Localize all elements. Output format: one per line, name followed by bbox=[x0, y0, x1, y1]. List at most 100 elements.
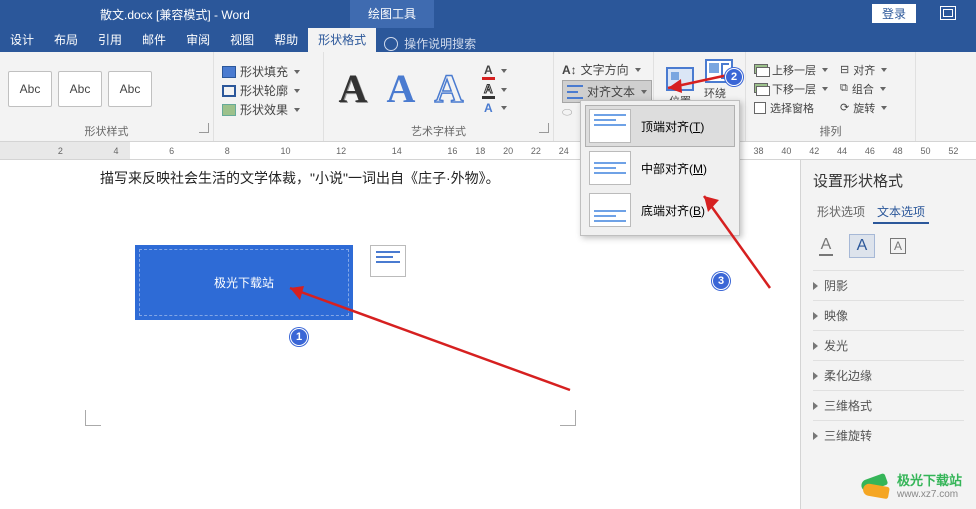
pane-tab-text-options[interactable]: 文本选项 bbox=[873, 201, 929, 224]
dialog-launcher-icon[interactable] bbox=[199, 123, 209, 133]
tell-me-search[interactable]: 操作说明搜索 bbox=[376, 35, 484, 52]
watermark-name: 极光下载站 bbox=[897, 474, 962, 488]
section-3d-format[interactable]: 三维格式 bbox=[813, 390, 964, 420]
align-icon: ⊟ bbox=[840, 63, 849, 76]
chevron-right-icon bbox=[813, 372, 818, 380]
effects-swatch-icon bbox=[222, 104, 236, 116]
tell-me-placeholder: 操作说明搜索 bbox=[404, 35, 476, 52]
wordart-preset-3[interactable]: A bbox=[428, 65, 470, 112]
pane-tab-shape-options[interactable]: 形状选项 bbox=[813, 201, 869, 224]
layout-options-button[interactable] bbox=[370, 245, 406, 277]
wordart-preset-2[interactable]: A bbox=[380, 65, 422, 112]
login-button[interactable]: 登录 bbox=[872, 4, 916, 23]
align-text-icon bbox=[567, 85, 583, 99]
contextual-tab-drawtools[interactable]: 绘图工具 bbox=[350, 0, 434, 28]
tab-review[interactable]: 审阅 bbox=[176, 27, 220, 52]
shape-style-preset-2[interactable]: Abc bbox=[58, 71, 102, 107]
pane-tabs: 形状选项 文本选项 bbox=[813, 201, 964, 224]
align-middle-icon bbox=[589, 151, 631, 185]
shape-outline-button[interactable]: 形状轮廓 bbox=[222, 82, 300, 99]
group-shape-fill-etc: 形状填充 形状轮廓 形状效果 bbox=[214, 52, 324, 141]
group-label-wordart: 艺术字样式 bbox=[332, 121, 545, 139]
wordart-preset-1[interactable]: A bbox=[332, 65, 374, 112]
chevron-right-icon bbox=[813, 342, 818, 350]
selection-pane-button[interactable]: 选择窗格 bbox=[754, 99, 828, 117]
annotation-badge-1: 1 bbox=[290, 328, 308, 346]
align-top-icon bbox=[589, 109, 631, 143]
section-glow[interactable]: 发光 bbox=[813, 330, 964, 360]
rotate-button[interactable]: ⟳旋转 bbox=[840, 99, 887, 117]
lightbulb-icon bbox=[384, 37, 398, 51]
horizontal-ruler[interactable]: 2468101214161820222426283032343638404244… bbox=[0, 142, 976, 160]
link-icon: ⬭ bbox=[562, 105, 572, 120]
chevron-right-icon bbox=[813, 312, 818, 320]
send-backward-icon bbox=[754, 83, 768, 95]
page-margin-mark bbox=[560, 410, 576, 426]
tab-mailings[interactable]: 邮件 bbox=[132, 27, 176, 52]
text-direction-button[interactable]: A↕文字方向 bbox=[562, 61, 652, 78]
tab-view[interactable]: 视图 bbox=[220, 27, 264, 52]
tab-design[interactable]: 设计 bbox=[0, 27, 44, 52]
section-shadow[interactable]: 阴影 bbox=[813, 270, 964, 300]
group-icon: ⧉ bbox=[840, 82, 848, 95]
annotation-badge-2: 2 bbox=[725, 68, 743, 86]
format-shape-pane: 设置形状格式 形状选项 文本选项 A A A 阴影 映像 发光 柔化边缘 三维格… bbox=[800, 160, 976, 509]
section-soft-edges[interactable]: 柔化边缘 bbox=[813, 360, 964, 390]
selection-pane-icon bbox=[754, 102, 766, 114]
align-top-item[interactable]: 顶端对齐(T) bbox=[585, 105, 735, 147]
restore-window-icon[interactable] bbox=[940, 6, 956, 20]
text-fill-mode-icon[interactable]: A bbox=[813, 234, 839, 258]
tab-references[interactable]: 引用 bbox=[88, 27, 132, 52]
annotation-badge-3: 3 bbox=[712, 272, 730, 290]
group-label-arrange: 排列 bbox=[754, 121, 907, 139]
document-paragraph[interactable]: 描写来反映社会生活的文学体裁，"小说"一词出自《庄子·外物》。 bbox=[100, 168, 500, 188]
dialog-launcher-icon[interactable] bbox=[539, 123, 549, 133]
section-3d-rotate[interactable]: 三维旋转 bbox=[813, 420, 964, 450]
shape-style-preset-1[interactable]: Abc bbox=[8, 71, 52, 107]
watermark-url: www.xz7.com bbox=[897, 489, 962, 500]
group-shape-styles: Abc Abc Abc 形状样式 bbox=[0, 52, 214, 141]
ribbon: Abc Abc Abc 形状样式 形状填充 形状轮廓 形状效果 A A A A … bbox=[0, 52, 976, 142]
align-button[interactable]: ⊟对齐 bbox=[840, 61, 887, 79]
align-bottom-icon bbox=[589, 193, 631, 227]
shape-effects-button[interactable]: 形状效果 bbox=[222, 101, 300, 118]
text-outline-button[interactable]: A bbox=[482, 82, 507, 99]
group-wordart-styles: A A A A A A 艺术字样式 bbox=[324, 52, 554, 141]
bring-forward-button[interactable]: 上移一层 bbox=[754, 61, 828, 79]
pane-mode-icons: A A A bbox=[813, 234, 964, 258]
text-fill-button[interactable]: A bbox=[482, 63, 507, 80]
shape-style-preset-3[interactable]: Abc bbox=[108, 71, 152, 107]
section-reflection[interactable]: 映像 bbox=[813, 300, 964, 330]
chevron-right-icon bbox=[813, 402, 818, 410]
text-effects-mode-icon[interactable]: A bbox=[849, 234, 875, 258]
align-text-dropdown: 顶端对齐(T) 中部对齐(M) 底端对齐(B) bbox=[580, 100, 740, 236]
align-middle-item[interactable]: 中部对齐(M) bbox=[585, 147, 735, 189]
bring-forward-icon bbox=[754, 64, 768, 76]
text-direction-icon: A↕ bbox=[562, 63, 577, 77]
shape-fill-button[interactable]: 形状填充 bbox=[222, 63, 300, 80]
send-backward-button[interactable]: 下移一层 bbox=[754, 80, 828, 98]
shape-text[interactable]: 极光下载站 bbox=[214, 274, 274, 291]
align-top-label: 顶端对齐(T) bbox=[641, 118, 704, 135]
group-arrange: 上移一层 下移一层 选择窗格 ⊟对齐 ⧉组合 ⟳旋转 排列 bbox=[746, 52, 916, 141]
window-title: 散文.docx [兼容模式] - Word bbox=[100, 6, 250, 23]
text-effects-button[interactable]: A bbox=[482, 101, 507, 115]
chevron-right-icon bbox=[813, 432, 818, 440]
align-bottom-item[interactable]: 底端对齐(B) bbox=[585, 189, 735, 231]
selected-shape[interactable]: 极光下载站 bbox=[135, 245, 353, 320]
watermark-logo-icon bbox=[859, 473, 891, 501]
tab-help[interactable]: 帮助 bbox=[264, 27, 308, 52]
text-fill-icon: A bbox=[482, 63, 495, 80]
group-label-shape-styles: 形状样式 bbox=[8, 121, 205, 139]
title-bar: 散文.docx [兼容模式] - Word 绘图工具 登录 bbox=[0, 0, 976, 28]
text-outline-icon: A bbox=[482, 82, 495, 99]
tab-shape-format[interactable]: 形状格式 bbox=[308, 27, 376, 52]
align-bottom-label: 底端对齐(B) bbox=[641, 202, 705, 219]
text-box-mode-icon[interactable]: A bbox=[885, 234, 911, 258]
text-effects-icon: A bbox=[482, 101, 495, 115]
group-button[interactable]: ⧉组合 bbox=[840, 80, 887, 98]
tab-layout[interactable]: 布局 bbox=[44, 27, 88, 52]
group-tail bbox=[916, 52, 976, 141]
ribbon-tabs: 设计 布局 引用 邮件 审阅 视图 帮助 形状格式 操作说明搜索 bbox=[0, 28, 976, 52]
pane-title: 设置形状格式 bbox=[813, 170, 964, 191]
